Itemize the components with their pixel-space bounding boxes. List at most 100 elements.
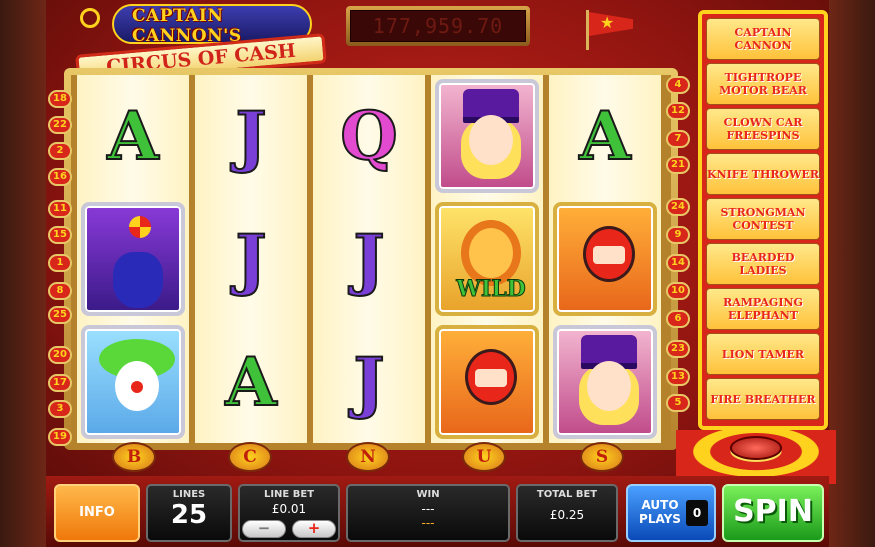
reel-symbol: Q (313, 75, 425, 197)
reel-symbol: J (195, 198, 307, 320)
reel-5: A (549, 75, 661, 443)
payline-marker-right[interactable]: 10 (666, 282, 690, 300)
star-flag-icon: ★ (586, 10, 636, 50)
reel-symbol (549, 321, 661, 443)
reel-frame: A J J A Q J J WILD A (64, 68, 678, 450)
info-button[interactable]: INFO (54, 484, 140, 542)
total-bet-label: TOTAL BET (536, 489, 598, 500)
feature-item: RAMPAGING ELEPHANT (706, 288, 820, 330)
bonus-letter-c: C (228, 442, 272, 472)
payline-marker-right[interactable]: 4 (666, 76, 690, 94)
payline-marker-left[interactable]: 17 (48, 374, 72, 392)
wild-label: WILD (456, 276, 527, 303)
auto-plays-count: 0 (686, 500, 708, 526)
feature-item: CAPTAIN CANNON (706, 18, 820, 60)
feature-item: STRONGMAN CONTEST (706, 198, 820, 240)
letter-a-symbol: A (224, 343, 277, 421)
bonus-letter-b: B (112, 442, 156, 472)
reel-2: JJA (195, 75, 307, 443)
reel-symbol (77, 198, 189, 320)
payline-marker-right[interactable]: 9 (666, 226, 690, 244)
feature-label: TIGHTROPE MOTOR BEAR (719, 71, 807, 97)
bonus-letter-n: N (346, 442, 390, 472)
payline-marker-left[interactable]: 11 (48, 200, 72, 218)
feature-item: TIGHTROPE MOTOR BEAR (706, 63, 820, 105)
reel-area[interactable]: A J J A Q J J WILD A (71, 75, 671, 443)
reel-symbol: A (549, 75, 661, 197)
clown-icon (81, 325, 185, 439)
feature-label: FIRE BREATHER (710, 392, 816, 406)
win-label: WIN (416, 489, 440, 500)
lines-label: LINES (172, 489, 206, 500)
payline-marker-left[interactable]: 1 (48, 254, 72, 272)
seal-icon (81, 202, 185, 316)
reel-symbol: J (313, 321, 425, 443)
fuse-ring-icon (80, 8, 100, 28)
reel-3: QJJ (313, 75, 425, 443)
win-value: --- (421, 502, 435, 516)
payline-marker-right[interactable]: 6 (666, 310, 690, 328)
feature-item: LION TAMER (706, 333, 820, 375)
payline-marker-left[interactable]: 19 (48, 428, 72, 446)
feature-item: KNIFE THROWER (706, 153, 820, 195)
motorbike-rider-icon (553, 202, 657, 316)
increase-bet-button[interactable]: + (292, 520, 336, 538)
letter-a-symbol: A (106, 97, 159, 175)
letter-j-symbol: J (234, 220, 267, 298)
feature-item: BEARDED LADIES (706, 243, 820, 285)
feature-label: STRONGMAN CONTEST (720, 206, 806, 232)
letter-j-symbol: J (234, 97, 267, 175)
reel-symbol (549, 198, 661, 320)
payline-marker-left[interactable]: 16 (48, 168, 72, 186)
payline-marker-right[interactable]: 14 (666, 254, 690, 272)
payline-marker-right[interactable]: 12 (666, 102, 690, 120)
letter-j-symbol: J (352, 220, 385, 298)
line-bet-value: £0.01 (271, 502, 307, 516)
payline-marker-left[interactable]: 8 (48, 282, 72, 300)
lion-wild-icon: WILD (435, 202, 539, 316)
feature-item: CLOWN CAR FREESPINS (706, 108, 820, 150)
payline-marker-right[interactable]: 24 (666, 198, 690, 216)
feature-label: LION TAMER (721, 347, 805, 361)
letter-q-symbol: Q (339, 97, 398, 175)
payline-marker-right[interactable]: 7 (666, 130, 690, 148)
game-logo: CAPTAIN CANNON'S CIRCUS OF CASH (72, 2, 330, 85)
payline-marker-left[interactable]: 22 (48, 116, 72, 134)
auto-plays-button[interactable]: AUTO PLAYS 0 (626, 484, 716, 542)
payline-marker-right[interactable]: 13 (666, 368, 690, 386)
payline-marker-right[interactable]: 5 (666, 394, 690, 412)
left-curtain (0, 0, 46, 547)
letter-a-symbol: A (578, 97, 631, 175)
letter-j-symbol: J (352, 343, 385, 421)
reel-symbol (431, 75, 543, 197)
reel-symbol: J (195, 75, 307, 197)
jackpot-display: 177,959.70 (346, 6, 530, 46)
decrease-bet-button[interactable]: − (242, 520, 286, 538)
reel-4: WILD (431, 75, 543, 443)
feature-label: BEARDED LADIES (731, 251, 795, 277)
spin-button[interactable]: SPIN (722, 484, 824, 542)
payline-marker-left[interactable]: 3 (48, 400, 72, 418)
payline-marker-left[interactable]: 20 (48, 346, 72, 364)
reel-symbol (77, 321, 189, 443)
auto-plays-label: AUTO PLAYS (639, 498, 681, 526)
payline-marker-left[interactable]: 25 (48, 306, 72, 324)
line-bet-label: LINE BET (263, 489, 315, 500)
total-bet-panel: TOTAL BET £0.25 (516, 484, 618, 542)
motorbike-rider-icon (435, 325, 539, 439)
payline-marker-left[interactable]: 18 (48, 90, 72, 108)
feature-label: CLOWN CAR FREESPINS (723, 116, 803, 142)
game-stage: CAPTAIN CANNON'S CIRCUS OF CASH 177,959.… (0, 0, 875, 547)
ringmaster-lady-icon (435, 79, 539, 193)
payline-marker-left[interactable]: 15 (48, 226, 72, 244)
payline-marker-left[interactable]: 2 (48, 142, 72, 160)
lines-value: 25 (170, 500, 208, 530)
feature-label: KNIFE THROWER (707, 167, 819, 181)
ringmaster-lady-icon (553, 325, 657, 439)
lines-panel[interactable]: LINES 25 (146, 484, 232, 542)
reel-symbol: WILD (431, 198, 543, 320)
win-panel: WIN --- --- (346, 484, 510, 542)
payline-marker-right[interactable]: 21 (666, 156, 690, 174)
payline-marker-right[interactable]: 23 (666, 340, 690, 358)
reel-1: A (77, 75, 189, 443)
